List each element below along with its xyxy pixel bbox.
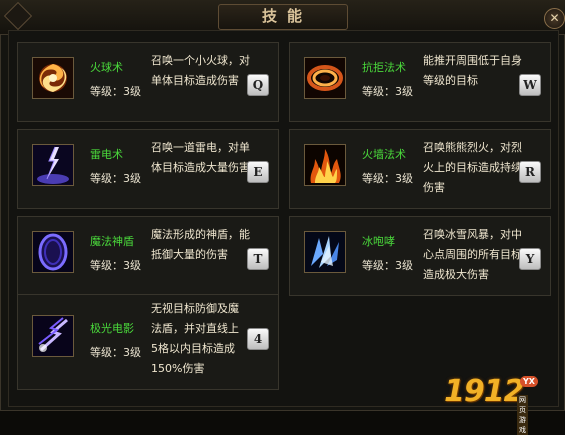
skill-window: 技能 ✕ 火球术 等级：3级 召唤一个小火球，对单体目标造成伤害 Q 抗拒法术 … [0,0,565,435]
skill-name: 火墙法术 [362,148,406,161]
skill-card-firewall[interactable]: 火墙法术 等级：3级 召唤熊熊烈火，对烈火上的目标造成持续伤害 R [289,129,551,209]
skill-level: 等级：3级 [90,346,141,359]
skill-card-fireball[interactable]: 火球术 等级：3级 召唤一个小火球，对单体目标造成伤害 Q [17,42,279,122]
skill-name: 冰咆哮 [362,235,395,248]
skill-name: 雷电术 [90,148,123,161]
hotkey-button[interactable]: R [519,161,541,183]
skill-name: 抗拒法术 [362,61,406,74]
skill-level: 等级：3级 [90,85,141,98]
firewall-icon [304,144,346,186]
logo-number: 1912 [444,374,524,409]
skill-description: 无视目标防御及魔法盾，并对直线上5格以内目标造成150%伤害 [151,302,239,375]
skill-level: 等级：3级 [362,259,413,272]
hotkey-button[interactable]: Y [519,248,541,270]
fireball-icon [32,57,74,99]
skill-name: 魔法神盾 [90,235,134,248]
magic-shield-icon [32,231,74,273]
window-title: 技能 [261,7,312,25]
hotkey-button[interactable]: 4 [247,328,269,350]
skill-card-lightning[interactable]: 雷电术 等级：3级 召唤一道雷电，对单体目标造成大量伤害 E [17,129,279,209]
skill-description: 召唤冰雪风暴，对中心点周围的所有目标造成极大伤害 [423,228,522,281]
skill-description: 召唤熊熊烈火，对烈火上的目标造成持续伤害 [423,141,522,194]
close-icon[interactable]: ✕ [544,8,565,29]
skill-level: 等级：3级 [90,259,141,272]
skill-list: 火球术 等级：3级 召唤一个小火球，对单体目标造成伤害 Q 抗拒法术 等级：3级… [8,30,559,407]
ice-roar-icon [304,231,346,273]
skill-level: 等级：3级 [90,172,141,185]
aurora-lightning-icon [32,315,74,357]
skill-level: 等级：3级 [362,172,413,185]
logo-badge: YX [520,376,538,387]
corner-ornament [3,1,33,31]
logo-subtitle: 网页游戏 [517,395,528,435]
skill-card-magic-shield[interactable]: 魔法神盾 等级：3级 魔法形成的神盾，能抵御大量的伤害 T [17,216,279,296]
skill-card-aurora-lightning[interactable]: 极光电影 等级：3级 无视目标防御及魔法盾，并对直线上5格以内目标造成150%伤… [17,294,279,390]
hotkey-button[interactable]: Q [247,74,269,96]
lightning-icon [32,144,74,186]
skill-card-ice-roar[interactable]: 冰咆哮 等级：3级 召唤冰雪风暴，对中心点周围的所有目标造成极大伤害 Y [289,216,551,296]
hotkey-button[interactable]: W [519,74,541,96]
skill-description: 魔法形成的神盾，能抵御大量的伤害 [151,228,250,261]
skill-name: 火球术 [90,61,123,74]
hotkey-button[interactable]: E [247,161,269,183]
skill-description: 召唤一个小火球，对单体目标造成伤害 [151,54,250,87]
skill-card-repel[interactable]: 抗拒法术 等级：3级 能推开周围低于自身等级的目标 W [289,42,551,122]
skill-description: 召唤一道雷电，对单体目标造成大量伤害 [151,141,250,174]
skill-description: 能推开周围低于自身等级的目标 [423,54,522,87]
skill-name: 极光电影 [90,322,134,335]
hotkey-button[interactable]: T [247,248,269,270]
repel-icon [304,57,346,99]
skill-level: 等级：3级 [362,85,413,98]
